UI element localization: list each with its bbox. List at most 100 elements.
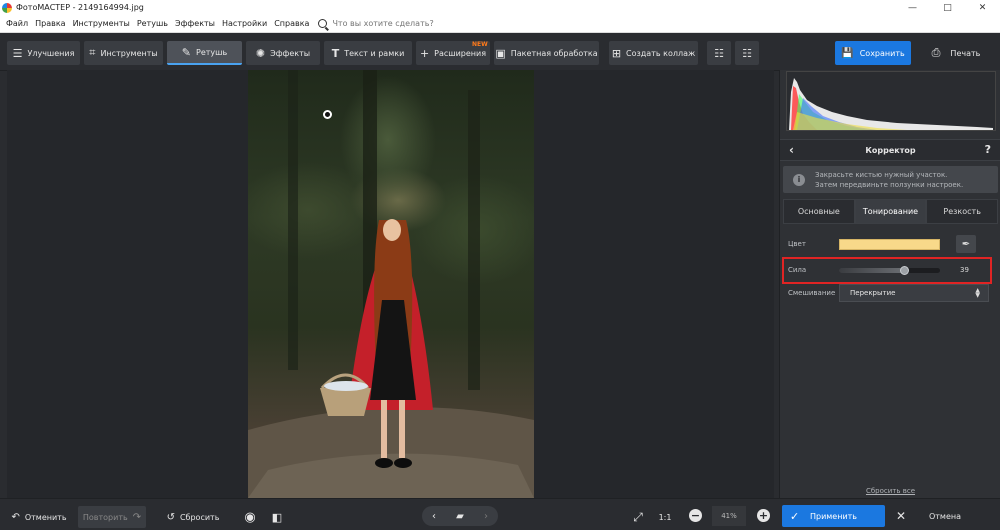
- print-label: Печать: [950, 48, 981, 58]
- prev-image-icon[interactable]: ‹: [432, 511, 436, 522]
- image-icon: ▣: [495, 46, 506, 60]
- tab-enhancements[interactable]: ☰ Улучшения: [7, 41, 80, 65]
- reset-label: Сбросить: [179, 512, 220, 522]
- close-button[interactable]: ✕: [965, 0, 1000, 15]
- eye-icon: ◉: [244, 509, 256, 525]
- menu-help[interactable]: Справка: [274, 19, 309, 28]
- menu-tools[interactable]: Инструменты: [73, 19, 130, 28]
- menu-settings[interactable]: Настройки: [222, 19, 267, 28]
- tab-retouch-label: Ретушь: [196, 47, 228, 57]
- redo-label: Повторить: [82, 512, 128, 522]
- strength-slider-fill: [839, 267, 904, 273]
- zoom-in-button[interactable]: +: [757, 509, 770, 522]
- fit-screen-icon: ⤢: [633, 509, 643, 524]
- help-icon[interactable]: ?: [985, 143, 991, 156]
- redo-icon: ↷: [132, 511, 142, 523]
- window-title: ФотоМАСТЕР - 2149164994.jpg: [16, 3, 144, 12]
- cancel-label: Отмена: [928, 511, 962, 521]
- tab-basic[interactable]: Основные: [783, 199, 855, 224]
- tab-sharpness[interactable]: Резкость: [926, 199, 999, 224]
- tab-effects[interactable]: ✺ Эффекты: [246, 41, 320, 65]
- reset-button[interactable]: ↺ Сбросить: [163, 506, 223, 528]
- strength-slider[interactable]: [839, 265, 940, 275]
- brush-cursor-icon: [323, 110, 332, 119]
- photo-preview[interactable]: [248, 70, 534, 498]
- corrector-tabs: Основные Тонирование Резкость: [783, 199, 999, 224]
- minus-icon: −: [690, 509, 701, 522]
- menu-file[interactable]: Файл: [6, 19, 28, 28]
- sparkle-icon: ✺: [255, 46, 266, 60]
- undo-button[interactable]: ↶ Отменить: [8, 506, 70, 528]
- presets-info-icon: ☷: [742, 46, 752, 60]
- hint-line-2: Затем передвиньте ползунки настроек.: [815, 180, 964, 189]
- menu-retouch[interactable]: Ретушь: [137, 19, 168, 28]
- presets-add-button[interactable]: ☷: [707, 41, 731, 65]
- strength-value: 39: [960, 266, 969, 274]
- tab-tools[interactable]: ⌗ Инструменты: [84, 41, 163, 65]
- redo-button[interactable]: Повторить ↷: [78, 506, 146, 528]
- presets-info-button[interactable]: ☷: [735, 41, 759, 65]
- compare-icon: ◧: [271, 510, 283, 524]
- create-collage-label: Создать коллаж: [626, 48, 696, 58]
- plus-zoom-icon: +: [758, 509, 769, 522]
- tab-text-frames-label: Текст и рамки: [344, 48, 405, 58]
- undo-label: Отменить: [24, 512, 67, 522]
- info-icon: i: [793, 173, 805, 186]
- sliders-icon: ☰: [12, 46, 23, 60]
- printer-icon: ⎙: [931, 46, 941, 59]
- cancel-button[interactable]: ✕ Отмена: [892, 505, 998, 527]
- window-controls: — □ ✕: [895, 0, 1000, 15]
- minimize-button[interactable]: —: [895, 0, 930, 15]
- eyedropper-button[interactable]: ✒: [956, 235, 976, 253]
- bottom-bar: ↶ Отменить Повторить ↷ ↺ Сбросить ◉ ◧ ‹ …: [0, 498, 1000, 530]
- zoom-value[interactable]: 41%: [712, 506, 746, 526]
- blend-select[interactable]: Перекрытие ▲ ▼: [839, 284, 989, 302]
- histogram-graph: [789, 78, 993, 130]
- fit-screen-button[interactable]: ⤢: [628, 506, 648, 528]
- back-arrow-icon[interactable]: ‹: [789, 143, 794, 157]
- undo-icon: ↶: [11, 511, 20, 523]
- right-panel: ‹ Корректор ? i Закрасьте кистью нужный …: [779, 70, 1000, 498]
- create-collage-button[interactable]: ⊞ Создать коллаж: [609, 41, 698, 65]
- menu-effects[interactable]: Эффекты: [175, 19, 215, 28]
- batch-processing-button[interactable]: ▣ Пакетная обработка: [494, 41, 599, 65]
- next-image-icon[interactable]: ›: [484, 511, 488, 522]
- title-bar: ФотоМАСТЕР - 2149164994.jpg — □ ✕: [0, 0, 1000, 15]
- brush-icon: ✎: [181, 45, 192, 59]
- menu-edit[interactable]: Правка: [35, 19, 65, 28]
- strength-slider-thumb[interactable]: [899, 265, 909, 275]
- zoom-out-button[interactable]: −: [689, 509, 702, 522]
- tab-text-frames[interactable]: T Текст и рамки: [324, 41, 412, 65]
- apply-button[interactable]: ✓ Применить: [782, 505, 885, 527]
- actual-size-button[interactable]: 1:1: [654, 506, 676, 528]
- corrector-header: ‹ Корректор ?: [780, 139, 1000, 161]
- tab-toning[interactable]: Тонирование: [854, 199, 927, 224]
- histogram: [786, 71, 996, 131]
- hint-line-1: Закрасьте кистью нужный участок.: [815, 170, 948, 179]
- reset-all-link[interactable]: Сбросить все: [780, 487, 1000, 495]
- reset-icon: ↺: [166, 511, 175, 523]
- blend-label: Смешивание: [788, 289, 836, 297]
- save-label: Сохранить: [859, 48, 905, 58]
- presets-add-icon: ☷: [714, 46, 724, 60]
- tab-extensions-label: Расширения: [434, 48, 487, 58]
- hint-text: Закрасьте кистью нужный участок. Затем п…: [815, 170, 963, 190]
- maximize-button[interactable]: □: [930, 0, 965, 15]
- panel-title: Корректор: [865, 145, 916, 155]
- tab-retouch[interactable]: ✎ Ретушь: [167, 41, 242, 65]
- menu-search: [318, 19, 443, 28]
- crop-icon: ⌗: [89, 46, 96, 59]
- color-swatch[interactable]: [839, 238, 940, 250]
- folder-icon[interactable]: ▰: [456, 511, 464, 522]
- photo-scene: [248, 70, 534, 498]
- image-canvas[interactable]: [7, 70, 774, 498]
- preview-eye-button[interactable]: ◉: [240, 506, 260, 528]
- compare-button[interactable]: ◧: [268, 506, 286, 528]
- save-button[interactable]: 💾 Сохранить: [835, 41, 911, 65]
- print-button[interactable]: ⎙ Печать: [918, 41, 994, 65]
- collage-icon: ⊞: [611, 46, 622, 60]
- image-navigation: ‹ ▰ ›: [422, 506, 498, 526]
- search-icon: [318, 19, 328, 28]
- search-input[interactable]: [332, 19, 443, 28]
- apply-label: Применить: [809, 511, 858, 521]
